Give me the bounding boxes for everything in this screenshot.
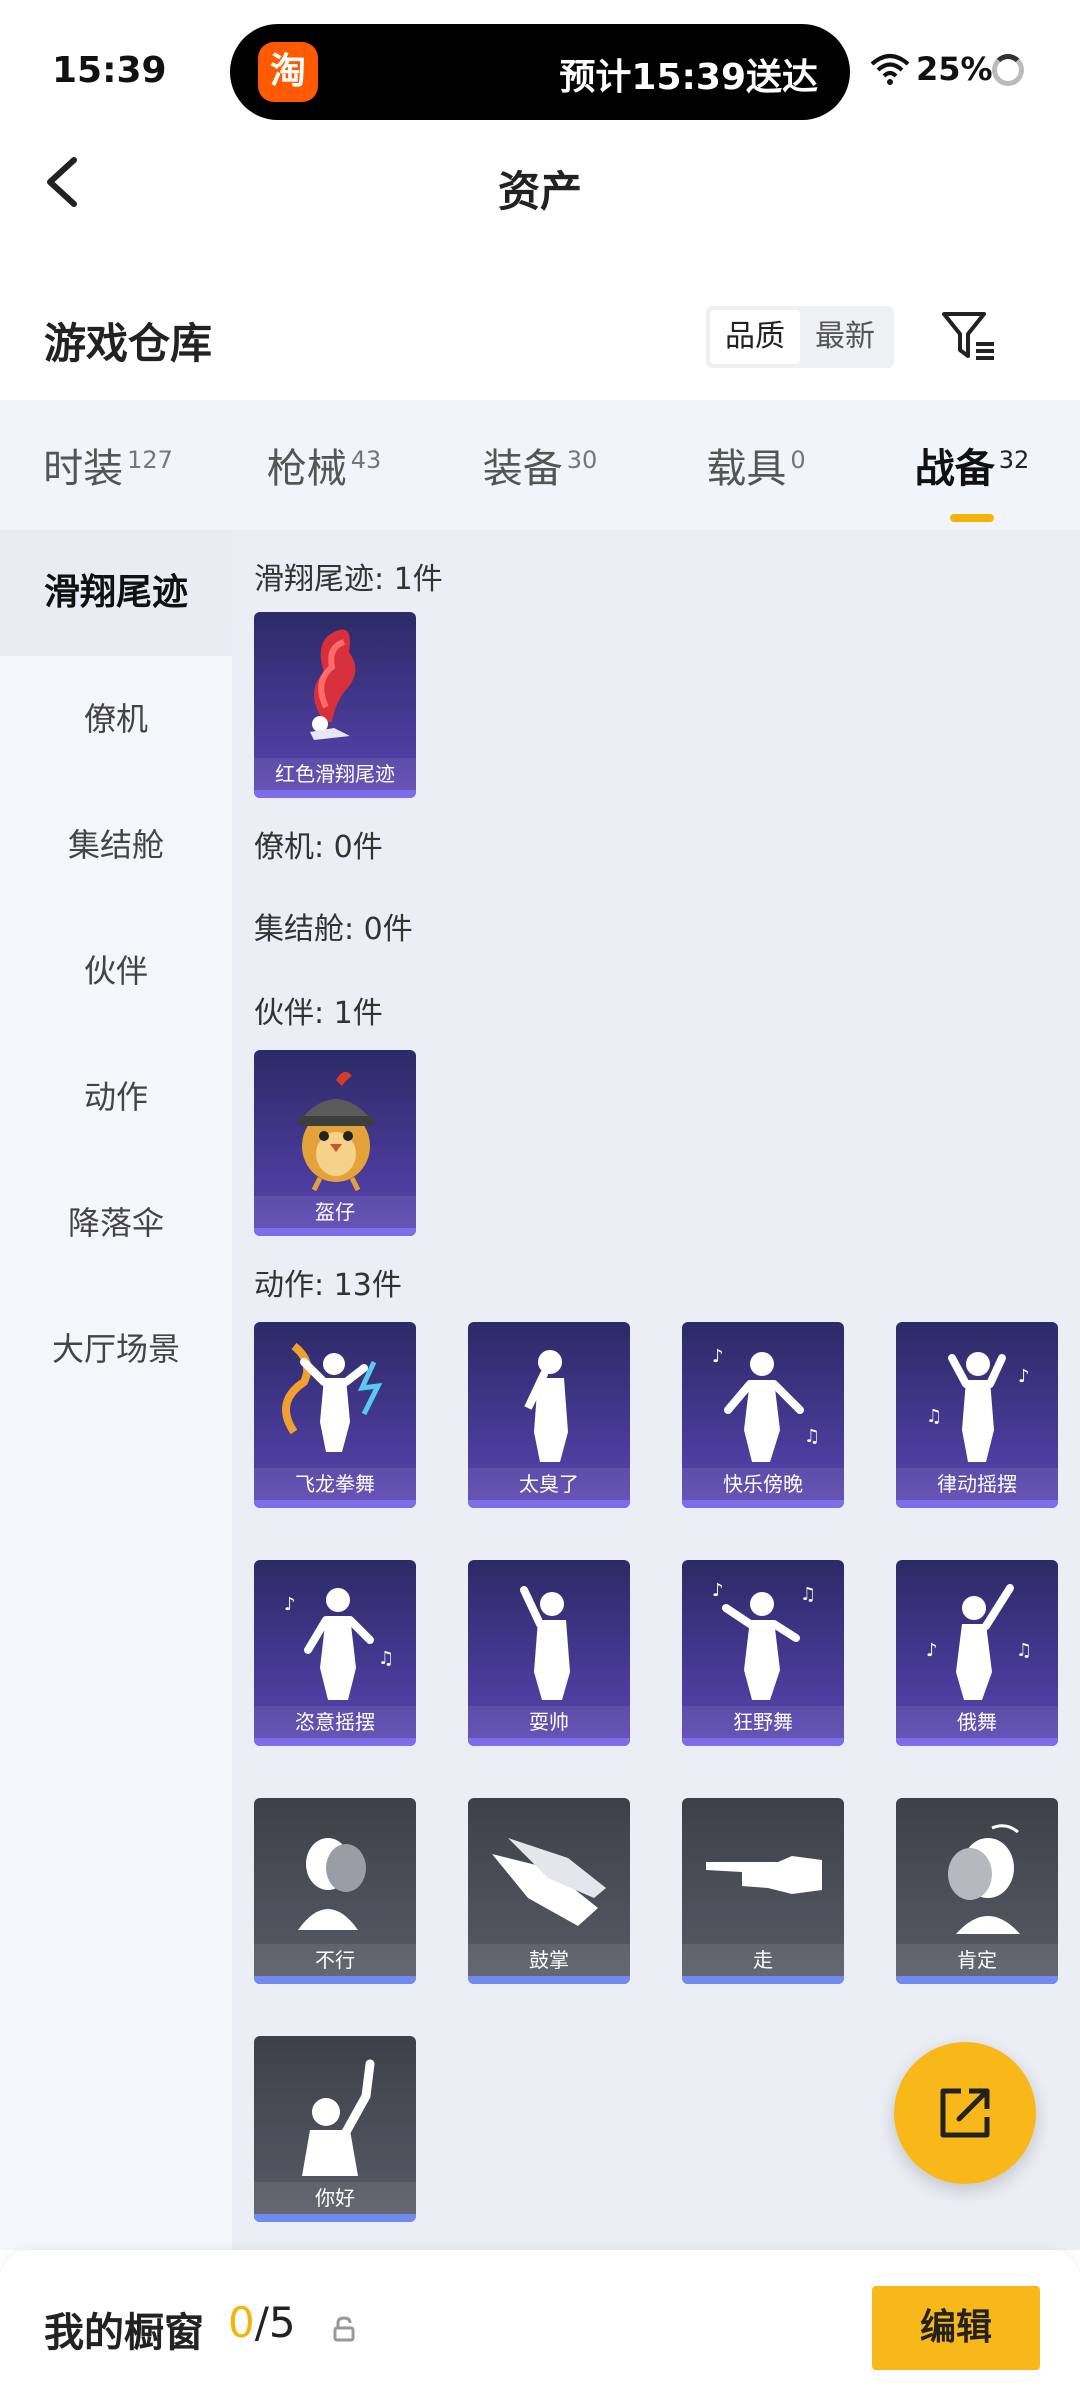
head-shake-icon	[298, 1838, 366, 1930]
section-label-rally-pod: 集结舱: 0件	[254, 912, 413, 947]
item-card[interactable]: 盔仔	[254, 1050, 416, 1236]
item-card[interactable]: 太臭了	[468, 1322, 630, 1508]
svg-text:♪: ♪	[284, 1594, 296, 1615]
section-label-glide-trail: 滑翔尾迹: 1件	[254, 562, 443, 597]
sidebar: 滑翔尾迹 僚机 集结舱 伙伴 动作 降落伞 大厅场景	[0, 530, 232, 2250]
item-card[interactable]: 鼓掌	[468, 1798, 630, 1984]
external-link-icon	[940, 2088, 990, 2138]
sidebar-item-partner[interactable]: 伙伴	[0, 908, 232, 1034]
dynamic-island[interactable]: 淘 预计15:39送达	[230, 24, 850, 120]
wave-hello-icon	[302, 2059, 375, 2176]
svg-text:♪: ♪	[926, 1640, 938, 1661]
svg-text:♫: ♫	[800, 1584, 816, 1605]
section-label-wingman: 僚机: 0件	[254, 830, 383, 865]
russian-dance-icon: ♪ ♫	[926, 1584, 1032, 1700]
taobao-icon: 淘	[258, 42, 318, 102]
item-card[interactable]: ♪ ♫ 恣意摇摆	[254, 1560, 416, 1746]
category-tabs: 时装 127 枪械 43 装备 30 载具 0 战备 32	[0, 400, 1080, 530]
item-card[interactable]: ♪ ♫ 俄舞	[896, 1560, 1058, 1746]
sidebar-item-rally-pod[interactable]: 集结舱	[0, 782, 232, 908]
free-sway-icon: ♪ ♫	[284, 1588, 394, 1700]
lock-icon	[333, 2316, 355, 2342]
sort-toggle: 品质 最新	[706, 306, 894, 368]
sidebar-item-parachute[interactable]: 降落伞	[0, 1160, 232, 1286]
svg-text:♫: ♫	[926, 1406, 942, 1427]
status-bar: 15:39 淘 预计15:39送达 25%	[0, 0, 1080, 140]
section-label-emotes: 动作: 13件	[254, 1268, 402, 1303]
pointing-hand-icon	[706, 1856, 822, 1894]
show-off-icon	[520, 1586, 570, 1700]
sidebar-item-glide-trail[interactable]: 滑翔尾迹	[0, 530, 232, 656]
clap-hands-icon	[492, 1838, 606, 1926]
svg-text:♪: ♪	[712, 1580, 724, 1601]
sidebar-item-emotes[interactable]: 动作	[0, 1034, 232, 1160]
item-card[interactable]: ♪ ♫ 律动摇摆	[896, 1322, 1058, 1508]
stinky-pose-icon	[524, 1350, 568, 1462]
item-card[interactable]: 不行	[254, 1798, 416, 1984]
loading-icon	[992, 54, 1024, 86]
item-card[interactable]: 飞龙拳舞	[254, 1322, 416, 1508]
tab-combat-prep[interactable]: 战备 32	[864, 436, 1080, 522]
wifi-icon	[870, 54, 910, 85]
sidebar-item-lobby-scene[interactable]: 大厅场景	[0, 1286, 232, 1412]
item-grid-area: 滑翔尾迹: 1件 红色滑翔尾迹 僚机: 0件 集结舱: 0件 伙伴: 1件 盔仔…	[232, 530, 1080, 2250]
showcase-count: 0/5	[228, 2298, 296, 2347]
helmet-chick-icon	[298, 1071, 374, 1192]
showcase-bar: 我的橱窗 0/5 编辑	[0, 2250, 1080, 2400]
dragon-dance-icon	[282, 1342, 383, 1452]
edit-button[interactable]: 编辑	[872, 2286, 1040, 2370]
item-card[interactable]: 红色滑翔尾迹	[254, 612, 416, 798]
tab-fashion[interactable]: 时装 127	[0, 436, 216, 494]
svg-text:♫: ♫	[1016, 1640, 1032, 1661]
section-label-partner: 伙伴: 1件	[254, 996, 383, 1031]
head-nod-icon	[948, 1824, 1020, 1934]
warehouse-title: 游戏仓库	[44, 319, 213, 368]
item-card[interactable]: 走	[682, 1798, 844, 1984]
page-title: 资产	[497, 167, 582, 216]
svg-text:♫: ♫	[378, 1648, 394, 1669]
delivery-eta: 预计15:39送达	[559, 57, 818, 98]
item-card[interactable]: 肯定	[896, 1798, 1058, 1984]
tab-vehicles[interactable]: 载具 0	[648, 436, 864, 494]
wild-dance-icon: ♪ ♫	[712, 1580, 816, 1700]
filter-icon[interactable]	[940, 310, 998, 362]
tab-equipment[interactable]: 装备 30	[432, 436, 648, 494]
item-card[interactable]: ♪ ♫ 狂野舞	[682, 1560, 844, 1746]
sort-quality-button[interactable]: 品质	[710, 310, 800, 364]
item-card[interactable]: 你好	[254, 2036, 416, 2222]
svg-text:♪: ♪	[712, 1346, 724, 1367]
battery-level: 25%	[916, 50, 993, 88]
happy-evening-dance-icon: ♪ ♫	[712, 1346, 820, 1462]
tab-weapons[interactable]: 枪械 43	[216, 436, 432, 494]
rhythm-sway-icon: ♪ ♫	[926, 1352, 1030, 1462]
red-smoke-trail-icon	[310, 629, 356, 740]
svg-text:♪: ♪	[1018, 1366, 1030, 1387]
sort-newest-button[interactable]: 最新	[800, 310, 890, 364]
status-time: 15:39	[52, 50, 167, 91]
active-tab-indicator	[950, 514, 994, 522]
share-button[interactable]	[894, 2042, 1036, 2184]
item-card[interactable]: ♪ ♫ 快乐傍晚	[682, 1322, 844, 1508]
showcase-label: 我的橱窗	[44, 2310, 204, 2356]
item-card[interactable]: 耍帅	[468, 1560, 630, 1746]
svg-text:♫: ♫	[804, 1426, 820, 1447]
sidebar-item-wingman[interactable]: 僚机	[0, 656, 232, 782]
